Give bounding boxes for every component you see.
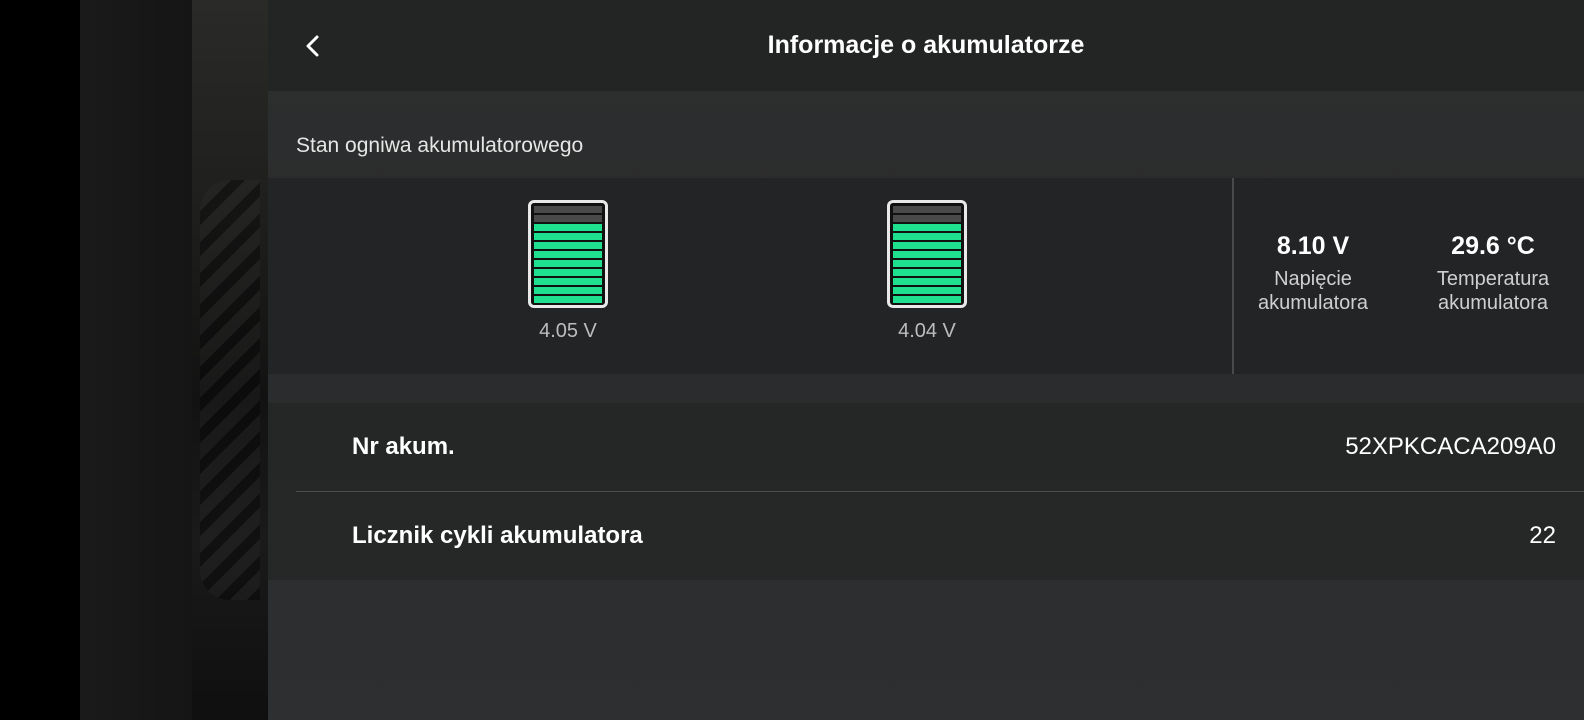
left-edge: [0, 0, 80, 720]
battery-voltage-stat: 8.10 V Napięcie akumulatora: [1238, 232, 1388, 315]
battery-cell-icon: [887, 200, 967, 308]
cell-voltage: 4.05 V: [539, 320, 597, 342]
vertical-divider: [1232, 178, 1234, 374]
camera-background: [192, 0, 268, 720]
top-bar: Informacje o akumulatorze: [268, 0, 1584, 91]
cells-band: 4.05 V 4.04 V 8.10 V Napięcie akumulator…: [268, 178, 1584, 374]
serial-number-row[interactable]: Nr akum. 52XPKCACA209A0: [268, 403, 1584, 492]
back-button[interactable]: [290, 22, 338, 70]
battery-segment-filled: [893, 269, 961, 276]
battery-segment-filled: [893, 233, 961, 240]
battery-cell-icon: [528, 200, 608, 308]
battery-cell-2: 4.04 V: [887, 200, 973, 343]
side-strip: [80, 0, 192, 720]
battery-voltage-label: Napięcie akumulatora: [1257, 268, 1369, 314]
battery-segment-filled: [534, 269, 602, 276]
battery-info-panel: Informacje o akumulatorze Stan ogniwa ak…: [268, 0, 1584, 720]
battery-segment-filled: [534, 287, 602, 294]
serial-number-label: Nr akum.: [352, 433, 455, 460]
battery-cell-1: 4.05 V: [528, 200, 614, 343]
battery-voltage-value: 8.10 V: [1276, 232, 1350, 260]
battery-segment-filled: [893, 287, 961, 294]
cell-voltage: 4.04 V: [898, 320, 956, 342]
battery-segment-filled: [893, 251, 961, 258]
battery-segment-filled: [534, 233, 602, 240]
cells-section-label: Stan ogniwa akumulatorowego: [296, 134, 584, 157]
serial-number-value: 52XPKCACA209A0: [1345, 433, 1556, 460]
cycle-count-value: 22: [1529, 522, 1556, 549]
battery-segment-filled: [534, 296, 602, 303]
battery-segment-empty: [534, 206, 602, 213]
battery-segment-filled: [534, 251, 602, 258]
battery-segment-empty: [893, 206, 961, 213]
chevron-left-icon: [306, 35, 319, 57]
battery-segment-filled: [534, 278, 602, 285]
battery-segment-filled: [893, 260, 961, 267]
battery-segment-filled: [893, 224, 961, 231]
battery-segment-filled: [893, 278, 961, 285]
page-title: Informacje o akumulatorze: [767, 31, 1085, 59]
battery-info-list: Nr akum. 52XPKCACA209A0 Licznik cykli ak…: [268, 403, 1584, 580]
battery-segment-empty: [534, 215, 602, 222]
battery-segment-filled: [534, 242, 602, 249]
battery-segment-filled: [893, 296, 961, 303]
battery-segment-filled: [534, 260, 602, 267]
battery-temperature-label: Temperatura akumulatora: [1436, 268, 1550, 314]
battery-temperature-value: 29.6 °C: [1451, 232, 1535, 260]
battery-segment-empty: [893, 215, 961, 222]
battery-temperature-stat: 29.6 °C Temperatura akumulatora: [1408, 232, 1578, 315]
cycle-count-label: Licznik cykli akumulatora: [352, 522, 643, 549]
battery-segment-filled: [893, 242, 961, 249]
cycle-count-row[interactable]: Licznik cykli akumulatora 22: [268, 492, 1584, 580]
battery-segment-filled: [534, 224, 602, 231]
